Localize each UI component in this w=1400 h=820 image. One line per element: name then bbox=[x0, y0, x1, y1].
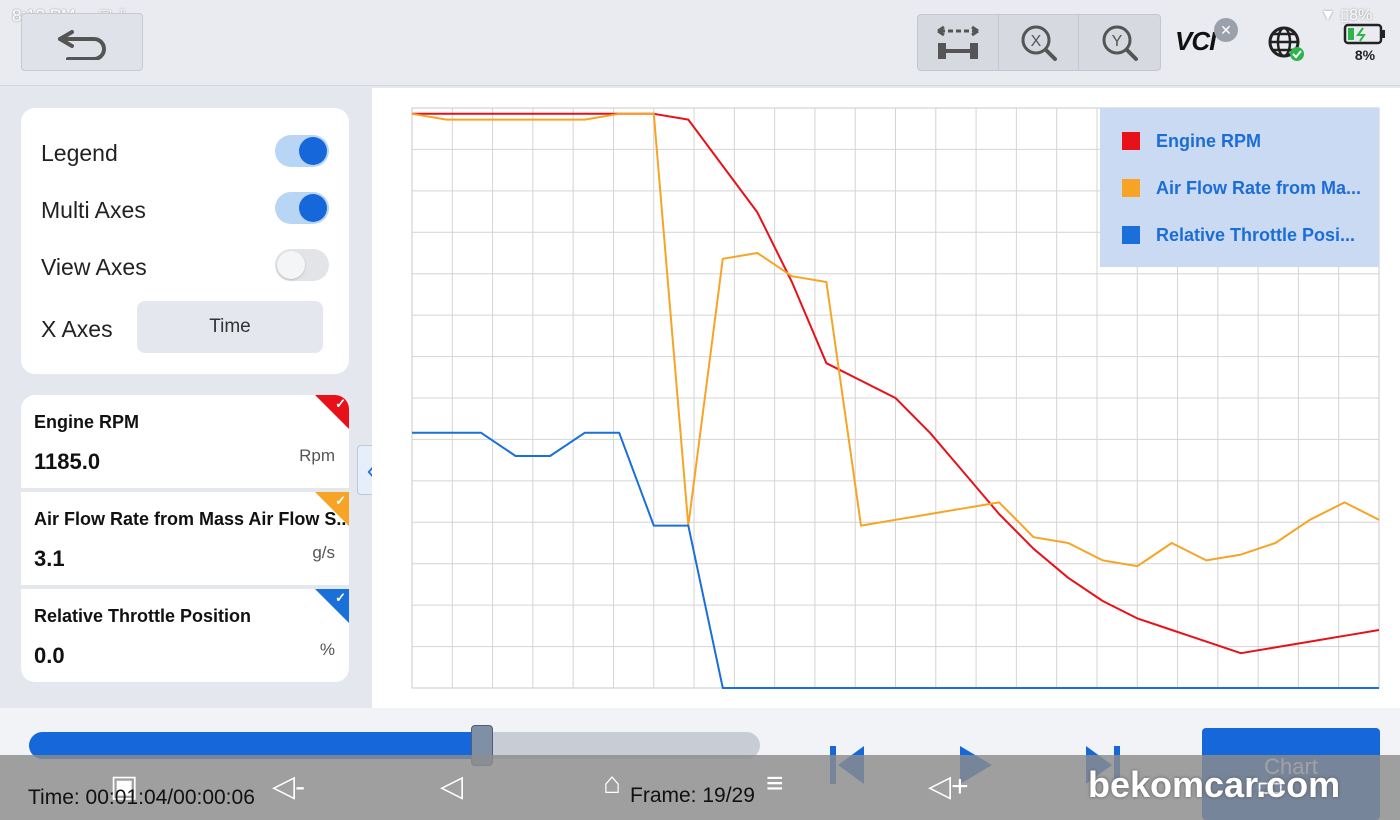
legend-swatch bbox=[1122, 132, 1140, 150]
sensor-name: Relative Throttle Position bbox=[34, 606, 252, 626]
sensor-item-throttle-position[interactable]: Relative Throttle Position 0.0 % ✓ bbox=[21, 589, 349, 682]
nav-back-icon[interactable]: ◁ bbox=[440, 769, 463, 804]
view-axes-toggle[interactable] bbox=[275, 249, 329, 281]
legend-label: Relative Throttle Posi... bbox=[1156, 224, 1356, 245]
sensor-list: Engine RPM 1185.0 Rpm ✓ Air Flow Rate fr… bbox=[21, 395, 349, 683]
x-axes-selector[interactable]: Time bbox=[137, 301, 323, 353]
chart-tool-group: X Y bbox=[917, 14, 1161, 71]
sensor-unit: g/s bbox=[312, 543, 335, 562]
playback-time: Time: 00:01:04/00:00:06 bbox=[28, 786, 255, 809]
fit-x-width-icon bbox=[936, 25, 979, 59]
nav-menu-icon[interactable]: ≡ bbox=[766, 767, 784, 801]
chart-settings-panel: Legend Multi Axes View Axes X Axes Time bbox=[21, 108, 349, 374]
svg-text:Y: Y bbox=[1111, 33, 1122, 50]
multi-axes-toggle[interactable] bbox=[275, 192, 329, 224]
legend-swatch bbox=[1122, 226, 1140, 244]
sensor-item-air-flow-rate[interactable]: Air Flow Rate from Mass Air Flow S... 3.… bbox=[21, 492, 349, 585]
undo-arrow-icon bbox=[58, 30, 106, 60]
view-axes-label: View Axes bbox=[41, 254, 147, 280]
check-icon: ✓ bbox=[335, 493, 346, 508]
multi-axes-label: Multi Axes bbox=[41, 197, 146, 223]
battery-icon bbox=[1343, 23, 1385, 45]
check-icon: ✓ bbox=[335, 396, 346, 411]
nav-home-icon[interactable]: ⌂ bbox=[603, 767, 621, 801]
svg-text:X: X bbox=[1030, 33, 1041, 50]
sensor-value: 3.1 bbox=[34, 546, 65, 571]
zoom-y-icon: Y bbox=[1102, 25, 1138, 61]
sensor-unit: % bbox=[319, 640, 335, 659]
toggle-knob bbox=[277, 251, 305, 279]
x-axes-label: X Axes bbox=[41, 316, 113, 342]
sensor-value: 0.0 bbox=[34, 643, 65, 668]
frame-counter: Frame: 19/29 bbox=[630, 784, 755, 807]
sensor-name: Air Flow Rate from Mass Air Flow S... bbox=[34, 509, 349, 529]
back-button[interactable] bbox=[21, 13, 143, 71]
top-bar: 8:19 PM ▣ ⇩ ▼ ▯8% X bbox=[0, 0, 1400, 86]
toggle-knob bbox=[299, 137, 327, 165]
zoom-y-button[interactable]: Y bbox=[1079, 15, 1160, 70]
legend-label: Legend bbox=[41, 140, 118, 166]
legend-item-air-flow: Air Flow Rate from Ma... bbox=[1122, 178, 1362, 198]
vci-disconnected-icon: ✕ bbox=[1214, 18, 1238, 42]
legend-label: Air Flow Rate from Ma... bbox=[1156, 177, 1362, 198]
toggle-knob bbox=[299, 194, 327, 222]
globe-network-icon[interactable] bbox=[1266, 24, 1306, 64]
sensor-name: Engine RPM bbox=[34, 412, 140, 432]
legend-item-engine-rpm: Engine RPM bbox=[1122, 131, 1362, 151]
volume-down-icon[interactable]: ◁- bbox=[272, 769, 305, 804]
volume-up-icon[interactable]: ◁+ bbox=[928, 769, 969, 804]
vci-status-label[interactable]: VCI bbox=[1175, 26, 1216, 57]
legend-label: Engine RPM bbox=[1156, 130, 1262, 151]
playback-bar: Chart ▣ ◁- ◁ ⌂ ≡ ◁+ ▭ Time: 00:01:04/00:… bbox=[0, 708, 1400, 820]
fit-width-button[interactable] bbox=[918, 15, 999, 70]
legend-toggle[interactable] bbox=[275, 135, 329, 167]
battery-percent: 8% bbox=[1354, 47, 1376, 63]
watermark-logo: bekomcar.com bbox=[1088, 764, 1341, 805]
legend-swatch bbox=[1122, 179, 1140, 197]
check-icon: ✓ bbox=[335, 590, 346, 605]
sensor-item-engine-rpm[interactable]: Engine RPM 1185.0 Rpm ✓ bbox=[21, 395, 349, 488]
sensor-unit: Rpm bbox=[299, 446, 335, 465]
chart-legend: Engine RPM Air Flow Rate from Ma... Rela… bbox=[1100, 108, 1379, 267]
chart-area[interactable]: Engine RPM Air Flow Rate from Ma... Rela… bbox=[372, 88, 1400, 708]
sensor-value: 1185.0 bbox=[34, 449, 101, 474]
zoom-x-icon: X bbox=[1021, 25, 1057, 61]
zoom-x-button[interactable]: X bbox=[999, 15, 1080, 70]
legend-item-throttle: Relative Throttle Posi... bbox=[1122, 225, 1362, 245]
